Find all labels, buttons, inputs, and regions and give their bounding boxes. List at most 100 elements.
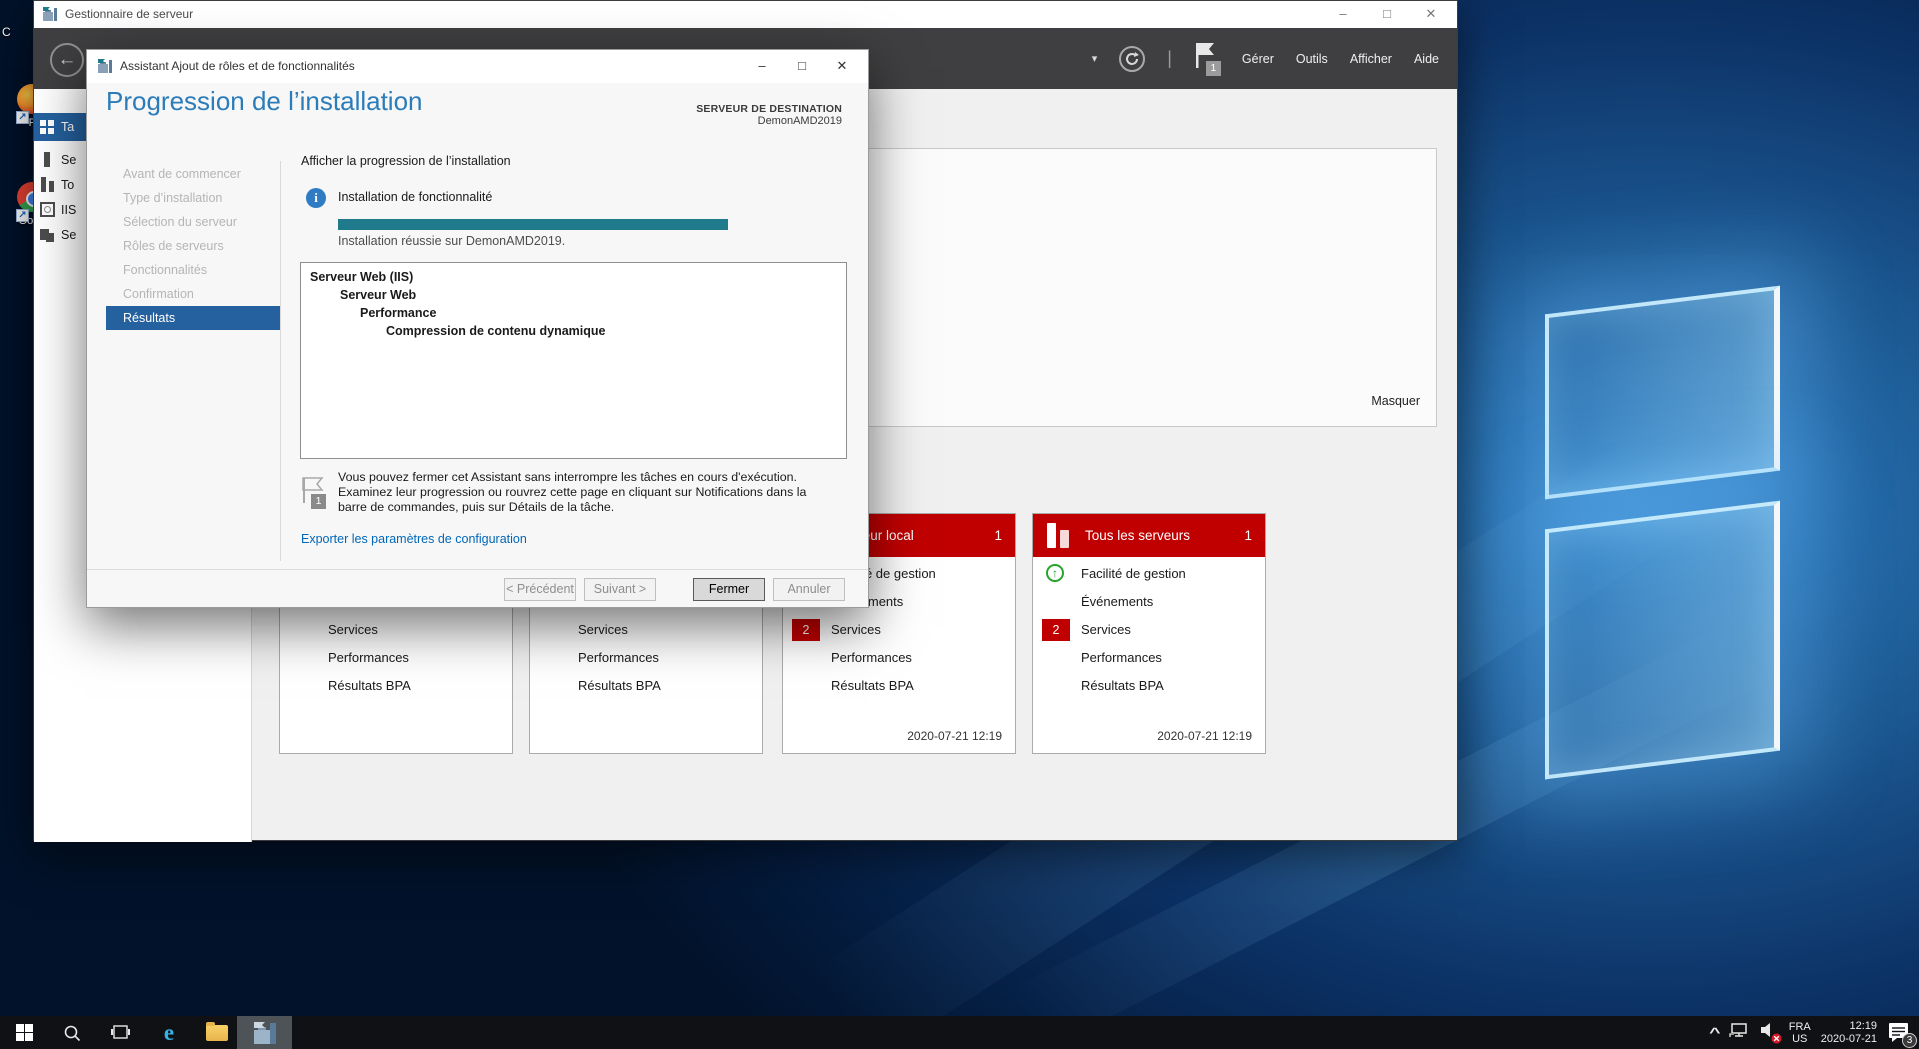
wizard-page-title: Progression de l’installation xyxy=(106,86,423,117)
destination-server-label: SERVEUR DE DESTINATION xyxy=(696,103,842,115)
network-icon[interactable] xyxy=(1729,1021,1749,1044)
card-row-label: Services xyxy=(328,616,378,644)
card-row-label: Résultats BPA xyxy=(1081,672,1164,700)
close-button[interactable]: ✕ xyxy=(1409,1,1453,28)
annuler-button[interactable]: Annuler xyxy=(773,578,845,601)
card-row-resultats-bpa[interactable]: Résultats BPA xyxy=(530,672,762,700)
start-button[interactable] xyxy=(8,1016,40,1049)
card-count: 1 xyxy=(994,514,1002,557)
language-line2: US xyxy=(1789,1033,1811,1045)
notifications-flag-button[interactable]: 1 xyxy=(1194,42,1220,76)
windows-logo-pane xyxy=(1545,286,1780,500)
card-header[interactable]: Tous les serveurs 1 xyxy=(1033,514,1265,557)
card-row-performances[interactable]: Performances xyxy=(280,644,512,672)
language-indicator[interactable]: FRA US xyxy=(1789,1021,1811,1045)
search-button[interactable] xyxy=(56,1016,88,1049)
taskbar: e ^ FRA US 12:19 2020-07-21 xyxy=(0,1016,1919,1049)
tray-expand-button[interactable]: ^ xyxy=(1709,1025,1720,1040)
notification-count-badge: 1 xyxy=(311,494,326,509)
sidebar-item-label: To xyxy=(61,178,74,192)
sidebar-item-label: Se xyxy=(61,153,76,167)
wizard-step-selection-serveur[interactable]: Sélection du serveur xyxy=(106,210,280,234)
card-timestamp: 2020-07-21 12:19 xyxy=(1157,729,1252,743)
feature-install-label: Installation de fonctionnalité xyxy=(338,190,492,204)
task-view-icon xyxy=(111,1024,130,1041)
internet-explorer-button[interactable]: e xyxy=(152,1016,186,1049)
export-config-link[interactable]: Exporter les paramètres de configuration xyxy=(301,532,527,546)
card-row-performances[interactable]: Performances xyxy=(1033,644,1265,672)
hide-welcome-link[interactable]: Masquer xyxy=(1371,394,1420,408)
card-timestamp: 2020-07-21 12:19 xyxy=(907,729,1002,743)
wizard-steps: Avant de commencer Type d’installation S… xyxy=(106,162,280,330)
card-count: 1 xyxy=(1244,514,1252,557)
clock-time: 12:19 xyxy=(1821,1020,1877,1033)
windows-logo-icon xyxy=(16,1024,33,1041)
refresh-button[interactable] xyxy=(1119,46,1145,72)
shortcut-arrow-icon: ↗ xyxy=(16,209,29,222)
wizard-step-confirmation[interactable]: Confirmation xyxy=(106,282,280,306)
servers-icon xyxy=(1047,523,1073,548)
card-row-label: Performances xyxy=(578,644,659,672)
card-row-label: Événements xyxy=(1081,588,1153,616)
card-row-resultats-bpa[interactable]: Résultats BPA xyxy=(783,672,1015,700)
previous-button[interactable]: < Précédent xyxy=(504,578,576,601)
volume-muted-icon[interactable] xyxy=(1759,1021,1779,1044)
minimize-button[interactable]: – xyxy=(742,50,782,83)
maximize-button[interactable]: □ xyxy=(782,50,822,83)
minimize-button[interactable]: – xyxy=(1321,1,1365,28)
menu-aide[interactable]: Aide xyxy=(1414,52,1439,66)
wizard-titlebar: Assistant Ajout de rôles et de fonctionn… xyxy=(87,50,868,83)
clock[interactable]: 12:19 2020-07-21 xyxy=(1821,1020,1877,1046)
next-button[interactable]: Suivant > xyxy=(584,578,656,601)
back-button[interactable]: ← xyxy=(50,43,84,77)
fermer-button[interactable]: Fermer xyxy=(693,578,765,601)
card-row-performances[interactable]: Performances xyxy=(530,644,762,672)
wizard-step-resultats-active[interactable]: Résultats xyxy=(106,306,280,330)
services-alert-badge: 2 xyxy=(792,619,820,641)
server-manager-app-icon xyxy=(42,6,58,27)
action-center-button[interactable]: 3 xyxy=(1887,1020,1913,1046)
card-row-label: Résultats BPA xyxy=(578,672,661,700)
wizard-window-title: Assistant Ajout de rôles et de fonctionn… xyxy=(120,50,355,83)
menu-afficher[interactable]: Afficher xyxy=(1350,52,1392,66)
task-view-button[interactable] xyxy=(104,1016,136,1049)
separator: | xyxy=(1167,48,1172,69)
folder-icon xyxy=(206,1025,228,1041)
card-row-label: Services xyxy=(831,616,881,644)
wizard-step-fonctionnalites[interactable]: Fonctionnalités xyxy=(106,258,280,282)
card-row-resultats-bpa[interactable]: Résultats BPA xyxy=(1033,672,1265,700)
system-tray: ^ FRA US 12:19 2020-07-21 3 xyxy=(1711,1016,1913,1049)
maximize-button[interactable]: □ xyxy=(1365,1,1409,28)
close-button[interactable]: ✕ xyxy=(822,50,862,83)
result-item: Serveur Web xyxy=(301,286,846,304)
card-row-resultats-bpa[interactable]: Résultats BPA xyxy=(280,672,512,700)
card-row-performances[interactable]: Performances xyxy=(783,644,1015,672)
menu-outils[interactable]: Outils xyxy=(1296,52,1328,66)
windows-logo-pane xyxy=(1545,501,1780,780)
card-row-services[interactable]: Services xyxy=(530,616,762,644)
card-row-services[interactable]: Services xyxy=(280,616,512,644)
result-item: Serveur Web (IIS) xyxy=(301,268,846,286)
chevron-down-icon[interactable]: ▾ xyxy=(1092,52,1098,65)
card-row-label: Services xyxy=(1081,616,1131,644)
wizard-step-roles-serveurs[interactable]: Rôles de serveurs xyxy=(106,234,280,258)
file-explorer-button[interactable] xyxy=(200,1016,234,1049)
install-progress-fill xyxy=(338,219,728,230)
result-item: Compression de contenu dynamique xyxy=(301,322,846,340)
sidebar-item-label: Ta xyxy=(61,120,74,134)
add-roles-features-wizard: Assistant Ajout de rôles et de fonctionn… xyxy=(86,49,869,608)
wizard-step-avant-de-commencer[interactable]: Avant de commencer xyxy=(106,162,280,186)
card-row-facilite[interactable]: ↑ Facilité de gestion xyxy=(1033,560,1265,588)
language-line1: FRA xyxy=(1789,1021,1811,1033)
screen: C ↗ F ↗ Goog Gestionnaire de serveur – □… xyxy=(0,0,1919,1049)
card-row-services[interactable]: 2 Services xyxy=(1033,616,1265,644)
card-row-label: Performances xyxy=(328,644,409,672)
server-manager-taskbar-button[interactable] xyxy=(237,1016,292,1049)
menu-gerer[interactable]: Gérer xyxy=(1242,52,1274,66)
card-row-services[interactable]: 2 Services xyxy=(783,616,1015,644)
card-row-evenements[interactable]: Événements xyxy=(1033,588,1265,616)
action-center-count-badge: 3 xyxy=(1902,1033,1917,1048)
servers-icon xyxy=(40,177,55,192)
wizard-step-type-installation[interactable]: Type d’installation xyxy=(106,186,280,210)
card-row-label: Performances xyxy=(1081,644,1162,672)
